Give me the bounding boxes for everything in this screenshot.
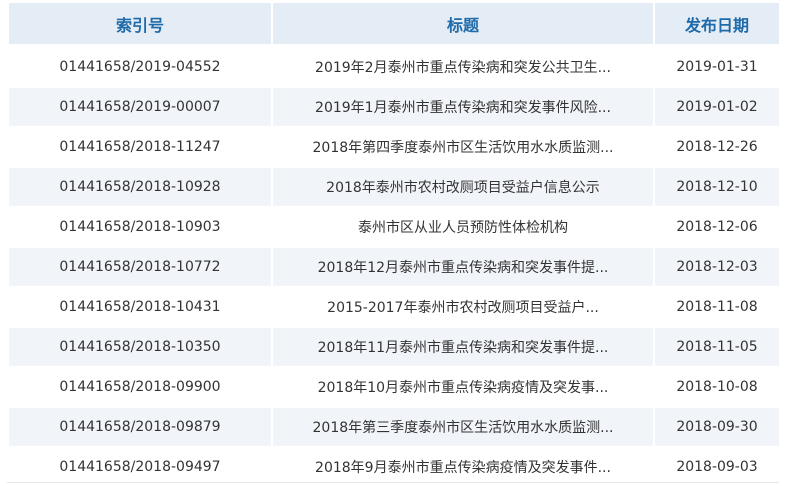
index-cell: 01441658/2019-00007 — [9, 86, 271, 126]
date-cell: 2018-11-05 — [655, 326, 779, 366]
title-link[interactable]: 2019年1月泰州市重点传染病和突发事件风险... — [315, 100, 611, 116]
index-cell: 01441658/2018-10431 — [9, 286, 271, 326]
title-cell: 2018年11月泰州市重点传染病和突发事件提... — [273, 326, 653, 366]
date-cell: 2018-12-06 — [655, 206, 779, 246]
title-link[interactable]: 2018年泰州市农村改厕项目受益户信息公示 — [326, 180, 600, 196]
title-link[interactable]: 2019年2月泰州市重点传染病和突发公共卫生... — [315, 60, 611, 76]
column-header-index: 索引号 — [9, 3, 271, 46]
document-list-panel: 索引号 标题 发布日期 01441658/2019-04552 2019年2月泰… — [0, 0, 790, 486]
title-cell: 2018年泰州市农村改厕项目受益户信息公示 — [273, 166, 653, 206]
title-link[interactable]: 泰州市区从业人员预防性体检机构 — [358, 220, 568, 236]
column-header-date: 发布日期 — [655, 3, 779, 46]
table-row: 01441658/2018-11247 2018年第四季度泰州市区生活饮用水水质… — [9, 126, 779, 166]
table-row: 01441658/2018-09900 2018年10月泰州市重点传染病疫情及突… — [9, 366, 779, 406]
title-cell: 泰州市区从业人员预防性体检机构 — [273, 206, 653, 246]
title-link[interactable]: 2015-2017年泰州市农村改厕项目受益户... — [327, 300, 599, 316]
title-cell: 2019年2月泰州市重点传染病和突发公共卫生... — [273, 46, 653, 86]
date-cell: 2018-10-08 — [655, 366, 779, 406]
title-link[interactable]: 2018年12月泰州市重点传染病和突发事件提... — [318, 260, 609, 276]
date-cell: 2018-12-10 — [655, 166, 779, 206]
table-row: 01441658/2018-10903 泰州市区从业人员预防性体检机构 2018… — [9, 206, 779, 246]
title-cell: 2015-2017年泰州市农村改厕项目受益户... — [273, 286, 653, 326]
index-cell: 01441658/2018-09879 — [9, 406, 271, 446]
title-cell: 2018年第四季度泰州市区生活饮用水水质监测... — [273, 126, 653, 166]
index-cell: 01441658/2018-11247 — [9, 126, 271, 166]
title-link[interactable]: 2018年11月泰州市重点传染病和突发事件提... — [318, 340, 609, 356]
date-cell: 2018-12-26 — [655, 126, 779, 166]
table-row: 01441658/2018-09497 2018年9月泰州市重点传染病疫情及突发… — [9, 446, 779, 486]
title-link[interactable]: 2018年第四季度泰州市区生活饮用水水质监测... — [313, 140, 614, 156]
index-cell: 01441658/2018-10350 — [9, 326, 271, 366]
title-cell: 2018年10月泰州市重点传染病疫情及突发事... — [273, 366, 653, 406]
table-row: 01441658/2019-00007 2019年1月泰州市重点传染病和突发事件… — [9, 86, 779, 126]
table-row: 01441658/2018-09879 2018年第三季度泰州市区生活饮用水水质… — [9, 406, 779, 446]
index-cell: 01441658/2019-04552 — [9, 46, 271, 86]
title-link[interactable]: 2018年9月泰州市重点传染病疫情及突发事件... — [315, 460, 611, 476]
index-cell: 01441658/2018-10903 — [9, 206, 271, 246]
table-row: 01441658/2018-10350 2018年11月泰州市重点传染病和突发事… — [9, 326, 779, 366]
date-cell: 2018-09-30 — [655, 406, 779, 446]
index-cell: 01441658/2018-10928 — [9, 166, 271, 206]
table-row: 01441658/2018-10928 2018年泰州市农村改厕项目受益户信息公… — [9, 166, 779, 206]
title-cell: 2019年1月泰州市重点传染病和突发事件风险... — [273, 86, 653, 126]
date-cell: 2019-01-31 — [655, 46, 779, 86]
title-cell: 2018年9月泰州市重点传染病疫情及突发事件... — [273, 446, 653, 486]
table-row: 01441658/2018-10772 2018年12月泰州市重点传染病和突发事… — [9, 246, 779, 286]
date-cell: 2018-09-03 — [655, 446, 779, 486]
date-cell: 2018-11-08 — [655, 286, 779, 326]
table-row: 01441658/2018-10431 2015-2017年泰州市农村改厕项目受… — [9, 286, 779, 326]
title-cell: 2018年12月泰州市重点传染病和突发事件提... — [273, 246, 653, 286]
date-cell: 2019-01-02 — [655, 86, 779, 126]
title-cell: 2018年第三季度泰州市区生活饮用水水质监测... — [273, 406, 653, 446]
title-link[interactable]: 2018年10月泰州市重点传染病疫情及突发事... — [318, 380, 609, 396]
table-header-row: 索引号 标题 发布日期 — [9, 3, 779, 46]
index-cell: 01441658/2018-09900 — [9, 366, 271, 406]
date-cell: 2018-12-03 — [655, 246, 779, 286]
index-cell: 01441658/2018-09497 — [9, 446, 271, 486]
column-header-title: 标题 — [273, 3, 653, 46]
index-cell: 01441658/2018-10772 — [9, 246, 271, 286]
table-row: 01441658/2019-04552 2019年2月泰州市重点传染病和突发公共… — [9, 46, 779, 86]
document-table: 索引号 标题 发布日期 01441658/2019-04552 2019年2月泰… — [7, 3, 781, 486]
title-link[interactable]: 2018年第三季度泰州市区生活饮用水水质监测... — [313, 420, 614, 436]
